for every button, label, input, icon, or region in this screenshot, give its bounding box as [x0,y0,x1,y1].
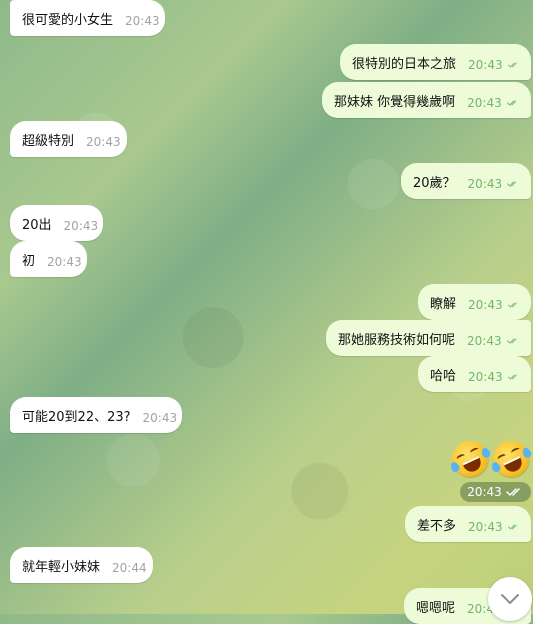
scroll-to-bottom-button[interactable] [488,577,532,621]
double-check-icon [507,374,517,380]
message-text: 嗯嗯呢 [416,600,456,616]
rolling-on-floor-laughing-icon [487,435,533,483]
emoji-message-time-pill: 20:43 [460,482,531,502]
message-time: 20:43 [467,334,502,348]
message-text: 20出 [22,217,52,233]
message-incoming[interactable]: 初 20:43 [10,241,87,277]
rolling-on-floor-laughing-icon [446,435,494,483]
message-outgoing[interactable]: 那妹妹 你覺得幾歲啊 20:43 [322,82,531,118]
message-time: 20:43 [467,177,503,191]
chevron-down-icon [501,594,519,604]
message-time: 20:43 [468,520,503,534]
message-incoming[interactable]: 就年輕小妹妹 20:44 [10,547,153,583]
message-text: 瞭解 [430,296,457,312]
emoji-message[interactable] [446,435,533,483]
message-outgoing[interactable]: 很特別的日本之旅 20:43 [340,44,531,80]
message-text: 超級特別 [22,133,75,149]
message-outgoing[interactable]: 那她服務技術如何呢 20:43 [326,320,531,356]
message-time: 20:43 [63,219,99,233]
message-text: 20歲？ [413,175,456,191]
message-incoming[interactable]: 超級特別 20:43 [10,121,127,157]
double-check-icon [507,524,517,530]
message-text: 哈哈 [430,368,457,384]
double-check-icon [507,181,517,187]
message-text: 很可愛的小女生 [22,12,114,28]
message-text: 很特別的日本之旅 [352,56,457,72]
double-check-icon [506,338,517,344]
double-check-icon [506,488,520,496]
message-incoming[interactable]: 20出 20:43 [10,205,103,241]
message-outgoing[interactable]: 差不多 20:43 [405,506,531,542]
message-text: 那妹妹 你覺得幾歲啊 [334,94,456,110]
message-incoming[interactable]: 很可愛的小女生 20:43 [10,0,165,36]
message-incoming[interactable]: 可能20到22、23? 20:43 [10,397,182,433]
message-time: 20:43 [47,255,82,269]
message-time: 20:43 [467,96,502,110]
message-time: 20:44 [112,561,147,575]
message-outgoing[interactable]: 哈哈 20:43 [418,356,531,392]
message-outgoing[interactable]: 瞭解 20:43 [418,284,531,320]
message-time: 20:43 [468,58,503,72]
message-time: 20:43 [86,135,121,149]
message-text: 那她服務技術如何呢 [338,332,456,348]
message-text: 可能20到22、23? [22,409,131,425]
double-check-icon [507,302,517,308]
message-time: 20:43 [468,370,503,384]
message-time: 20:43 [468,298,503,312]
message-time: 20:43 [467,485,502,499]
message-text: 初 [22,253,36,269]
double-check-icon [506,100,517,106]
message-outgoing[interactable]: 20歲？ 20:43 [401,163,531,199]
message-time: 20:43 [142,411,178,425]
message-time: 20:43 [125,14,160,28]
message-text: 就年輕小妹妹 [22,559,101,575]
message-text: 差不多 [417,518,457,534]
double-check-icon [507,62,517,68]
